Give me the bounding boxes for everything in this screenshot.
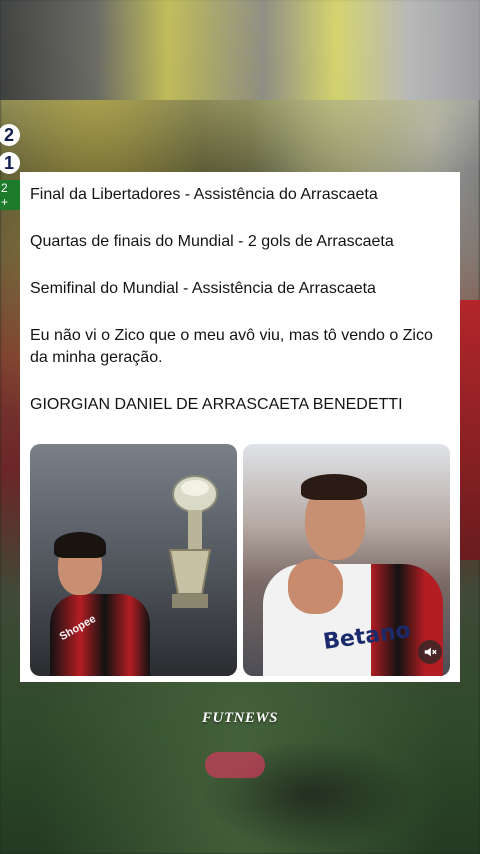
score-tag: 2 + xyxy=(0,180,20,210)
post-line-semifinal: Semifinal do Mundial - Assistência de Ar… xyxy=(30,280,376,297)
background-boot xyxy=(205,752,265,778)
photo-pointing[interactable]: Betano xyxy=(243,444,450,676)
speaker-muted-icon xyxy=(424,647,437,657)
pointing-hand xyxy=(288,559,343,614)
post-line-final: Final da Libertadores - Assistência do A… xyxy=(30,186,378,203)
post-line-fullname: GIORGIAN DANIEL DE ARRASCAETA BENEDETTI xyxy=(30,396,403,413)
background-stands xyxy=(0,0,480,100)
post-line-quartas: Quartas de finais do Mundial - 2 gols de… xyxy=(30,233,394,250)
player-hair-right xyxy=(301,474,367,500)
player-hair-left xyxy=(54,532,106,558)
score-home: 2 xyxy=(0,124,20,146)
photo-trophy[interactable]: Shopee xyxy=(30,444,237,676)
mute-button[interactable] xyxy=(418,640,442,664)
post-line-zico: Eu não vi o Zico que o meu avô viu, mas … xyxy=(30,327,433,366)
watermark: FUTNEWS xyxy=(201,710,279,726)
post-text: Final da Libertadores - Assistência do A… xyxy=(30,184,450,441)
trophy-icon xyxy=(168,475,218,608)
score-away: 1 xyxy=(0,152,20,174)
post-card: Final da Libertadores - Assistência do A… xyxy=(20,172,460,682)
